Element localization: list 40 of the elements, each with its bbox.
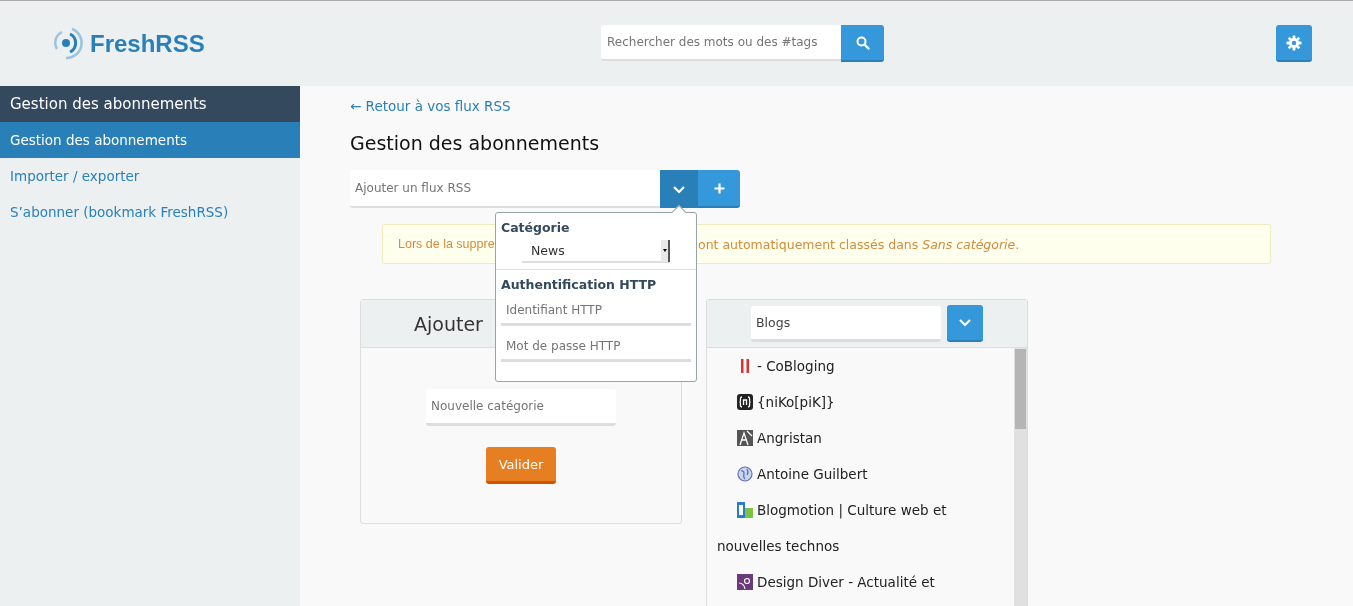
settings-icon xyxy=(1286,34,1302,51)
globe-icon xyxy=(737,466,753,482)
back-link[interactable]: ← Retour à vos flux RSS xyxy=(350,97,1353,115)
feed-name[interactable]: - CoBloging xyxy=(717,348,1004,384)
feed-name[interactable]: {niKo[piK]} xyxy=(717,384,1004,420)
category-label: Catégorie xyxy=(500,219,571,237)
plus-icon xyxy=(713,182,725,194)
search-icon xyxy=(855,35,870,50)
feed-name[interactable]: Angristan xyxy=(717,420,1004,456)
scrollbar[interactable] xyxy=(1014,348,1027,606)
chevron-down-icon xyxy=(672,184,686,194)
add-button[interactable] xyxy=(698,170,740,208)
sidebar-item[interactable]: S’abonner (bookmark FreshRSS) xyxy=(0,194,300,230)
category-name-field[interactable]: Nouvelle catégorie xyxy=(426,389,616,426)
sidebar-item[interactable]: Gestion des abonnements xyxy=(0,122,300,158)
dropdown-button[interactable] xyxy=(947,305,983,342)
notice-text: Lors de la suppre xyxy=(398,237,495,251)
search-field[interactable]: Rechercher des mots ou des #tags xyxy=(601,25,841,61)
search-button[interactable] xyxy=(841,25,884,62)
braces-icon xyxy=(737,394,753,410)
caret-icon xyxy=(661,239,670,262)
feed-name[interactable]: Blogmotion | Culture web et nouvelles technos xyxy=(717,492,1004,564)
swirl-icon xyxy=(737,574,753,590)
feed-name[interactable]: Antoine Guilbert xyxy=(717,456,1004,492)
tiles-icon xyxy=(737,502,753,518)
auth-label: Authentification HTTP xyxy=(500,276,658,294)
feed-url-field[interactable]: Ajouter un flux RSS xyxy=(350,170,660,208)
page-title: Gestion des abonnements xyxy=(350,131,601,155)
dropdown-button[interactable] xyxy=(660,170,698,208)
panel-title: Ajouter xyxy=(413,312,483,335)
category-select[interactable]: Blogs xyxy=(751,305,941,342)
category-select[interactable]: News xyxy=(522,240,670,263)
app-name[interactable]: FreshRSS xyxy=(90,29,205,58)
sidebar-heading: Gestion des abonnements xyxy=(0,86,300,122)
settings-button[interactable] xyxy=(1276,25,1312,62)
triangle-icon xyxy=(737,430,753,446)
feed-name[interactable]: Design Diver - Actualité et xyxy=(717,564,1004,600)
sidebar-item[interactable]: Importer / exporter xyxy=(0,158,300,194)
chevron-down-icon xyxy=(958,318,972,327)
notice-text: ont automatiquement classés dans Sans catégorie. xyxy=(698,236,1021,252)
